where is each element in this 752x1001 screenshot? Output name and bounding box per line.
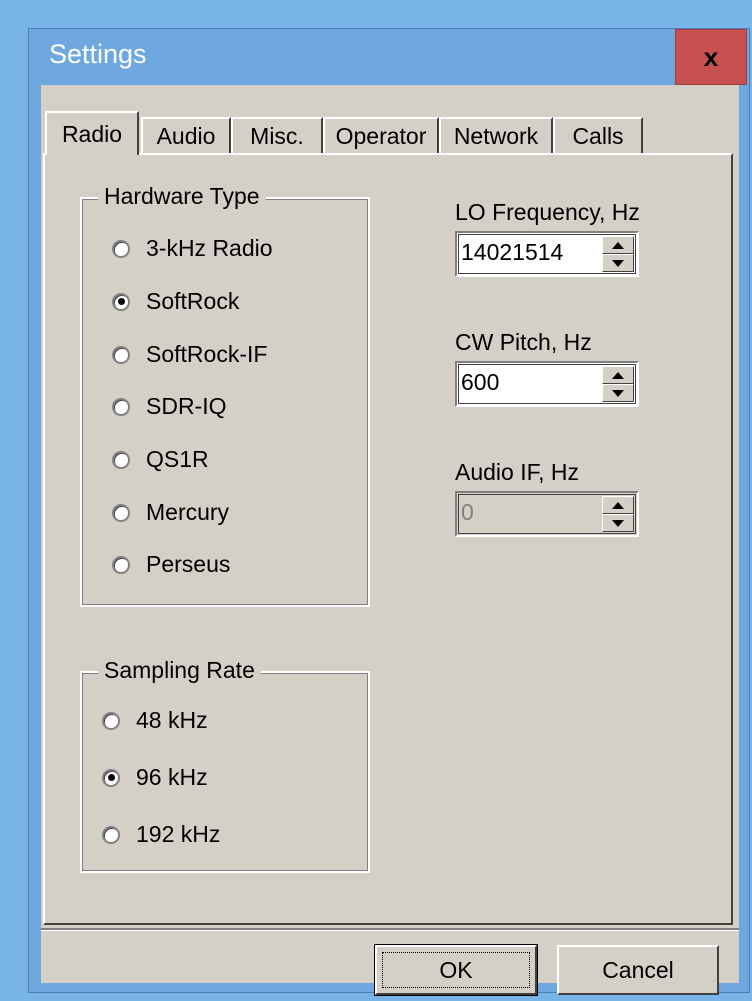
tab-audio[interactable]: Audio (141, 117, 231, 153)
audio-if-spin-buttons (602, 496, 634, 532)
radio-button-icon (112, 450, 130, 469)
radio-button-icon (112, 239, 130, 258)
audio-if-value: 0 (461, 499, 474, 525)
radio-label: 48 kHz (136, 707, 208, 733)
tab-network-label: Network (453, 122, 539, 149)
radio-button-selected-icon (102, 768, 120, 787)
arrow-down-icon (612, 389, 624, 397)
ok-button[interactable]: OK (374, 944, 538, 996)
radio-softrock[interactable]: SoftRock (112, 288, 239, 315)
close-button[interactable]: x (675, 29, 747, 85)
radio-perseus[interactable]: Perseus (112, 551, 230, 578)
radio-label: Perseus (146, 551, 231, 577)
tab-operator-label: Operator (335, 122, 427, 149)
spin-down-button[interactable] (602, 254, 634, 272)
radio-softrock-if[interactable]: SoftRock-IF (112, 341, 267, 368)
sampling-rate-group: Sampling Rate 48 kHz 96 kHz 192 kHz (80, 657, 370, 873)
radio-label: SoftRock-IF (146, 341, 268, 367)
radio-button-icon (112, 503, 130, 522)
radio-label: SoftRock (146, 288, 240, 314)
tab-radio[interactable]: Radio (45, 111, 139, 155)
radio-sdr-iq[interactable]: SDR-IQ (112, 393, 227, 420)
arrow-up-icon (612, 241, 624, 249)
lo-frequency-value[interactable]: 14021514 (461, 239, 563, 266)
radio-192khz[interactable]: 192 kHz (102, 821, 220, 848)
radio-96khz[interactable]: 96 kHz (102, 764, 208, 791)
tab-network[interactable]: Network (439, 117, 553, 153)
lo-frequency-spin-buttons (602, 236, 634, 272)
tab-calls[interactable]: Calls (553, 117, 643, 153)
button-bar-divider (41, 928, 739, 931)
radio-qs1r[interactable]: QS1R (112, 446, 209, 473)
hardware-type-title: Hardware Type (98, 183, 266, 210)
arrow-down-icon (612, 519, 624, 527)
radio-label: Mercury (146, 499, 230, 525)
cw-pitch-label: CW Pitch, Hz (455, 329, 592, 355)
sampling-rate-title: Sampling Rate (98, 657, 261, 684)
radio-label: 96 kHz (136, 764, 208, 790)
dialog-frame: Settings x Radio Audio Misc. Operator Ne… (28, 28, 751, 996)
lo-frequency-label: LO Frequency, Hz (455, 199, 640, 225)
radio-3khz-radio[interactable]: 3-kHz Radio (112, 235, 273, 262)
radio-48khz[interactable]: 48 kHz (102, 707, 208, 734)
tab-misc-label: Misc. (250, 122, 304, 149)
radio-button-selected-icon (112, 292, 130, 311)
spin-down-button (602, 514, 634, 532)
title-bar[interactable]: Settings x (29, 29, 751, 85)
cw-pitch-value[interactable]: 600 (461, 369, 499, 396)
dialog-window: Settings x Radio Audio Misc. Operator Ne… (0, 0, 752, 1001)
tab-operator[interactable]: Operator (323, 117, 439, 153)
radio-mercury[interactable]: Mercury (112, 499, 229, 526)
cw-pitch-spin-buttons (602, 366, 634, 402)
hardware-type-group: Hardware Type 3-kHz Radio SoftRock SoftR… (80, 183, 370, 607)
cw-pitch-spinner[interactable]: 600 (455, 361, 639, 407)
close-icon: x (703, 41, 719, 72)
tab-radio-label: Radio (61, 120, 123, 147)
audio-if-spinner: 0 (455, 491, 639, 537)
spin-up-button (602, 496, 634, 514)
radio-label: 3-kHz Radio (146, 235, 273, 261)
tab-misc[interactable]: Misc. (231, 117, 323, 153)
arrow-up-icon (612, 501, 624, 509)
radio-button-icon (112, 555, 130, 574)
radio-button-icon (112, 345, 130, 364)
radio-label: 192 kHz (136, 821, 221, 847)
radio-button-icon (112, 397, 130, 416)
cancel-button-label: Cancel (602, 956, 674, 983)
spin-up-button[interactable] (602, 366, 634, 384)
radio-button-icon (102, 711, 120, 730)
audio-if-label: Audio IF, Hz (455, 459, 579, 485)
tab-audio-label: Audio (156, 122, 216, 149)
lo-frequency-spinner[interactable]: 14021514 (455, 231, 639, 277)
spin-down-button[interactable] (602, 384, 634, 402)
radio-label: QS1R (146, 446, 209, 472)
radio-tab-panel: Hardware Type 3-kHz Radio SoftRock SoftR… (43, 153, 733, 925)
radio-button-icon (102, 825, 120, 844)
cancel-button[interactable]: Cancel (557, 945, 719, 995)
arrow-up-icon (612, 371, 624, 379)
radio-label: SDR-IQ (146, 393, 227, 419)
arrow-down-icon (612, 259, 624, 267)
dialog-client-area: Radio Audio Misc. Operator Network Calls… (41, 85, 739, 996)
tab-calls-label: Calls (572, 122, 624, 149)
spin-up-button[interactable] (602, 236, 634, 254)
window-title: Settings (49, 39, 147, 69)
focus-rectangle (382, 952, 530, 988)
